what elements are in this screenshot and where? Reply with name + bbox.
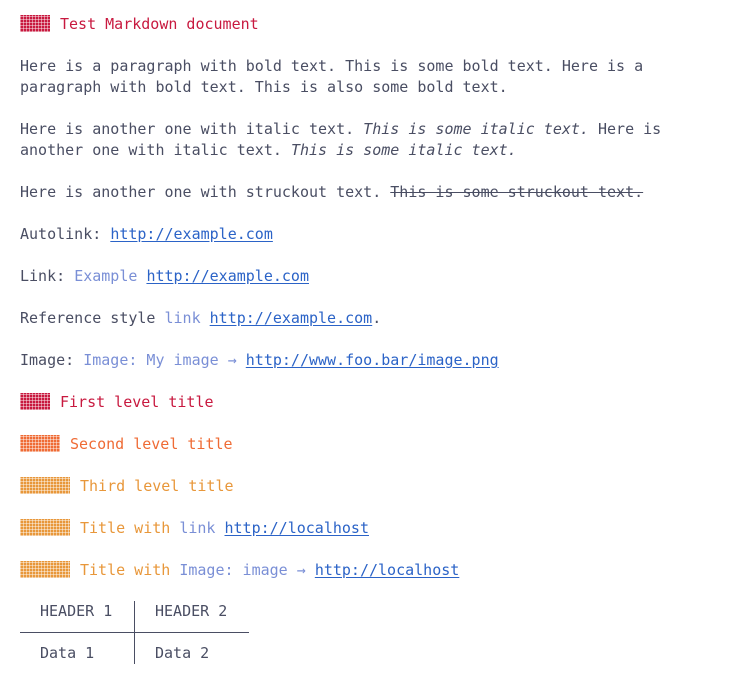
heading-with-image-text: Title with [80,561,180,579]
heading-image-alt-text[interactable]: Image: image [179,561,287,579]
table-cell: Data 2 [134,632,249,664]
heading-level-3-text: Third level title [80,477,234,495]
h3-marker-icon [20,477,70,494]
reference-link-text[interactable]: link [165,309,201,327]
heading-level-1-text: First level title [60,393,214,411]
image-url[interactable]: http://www.foo.bar/image.png [246,351,499,369]
strikeout-paragraph: Here is another one with struckout text.… [20,182,729,203]
heading-level-1: First level title [20,392,729,413]
table-cell: Data 1 [40,644,95,662]
heading-with-link: Title with link http://localhost [20,518,729,539]
document-title: Test Markdown document [20,14,729,35]
heading-with-image: Title with Image: image → http://localho… [20,560,729,581]
link-label: Link: [20,267,75,285]
h3-marker-icon [20,519,70,536]
heading-with-link-text: Title with [80,519,180,537]
image-alt-text[interactable]: Image: My image [83,351,218,369]
strikeout-paragraph-text: Here is another one with struckout text. [20,183,391,201]
h3-marker-icon [20,561,70,578]
heading-level-3: Third level title [20,476,729,497]
document-title-text: Test Markdown document [60,15,259,33]
link-text[interactable]: Example [74,267,137,285]
italic-text-2: This is some italic text. [290,141,517,159]
heading-level-2: Second level title [20,434,729,455]
autolink-label: Autolink: [20,225,111,243]
h1-marker-icon [20,393,50,410]
reference-link-line: Reference style link http://example.com. [20,308,729,329]
bold-paragraph: Here is a paragraph with bold text. This… [20,56,729,98]
italic-paragraph: Here is another one with italic text. Th… [20,119,729,161]
struckout-text: This is some struckout text. [390,183,644,201]
heading-link-url[interactable]: http://localhost [225,519,370,537]
link-url[interactable]: http://example.com [146,267,309,285]
image-label: Image: [20,351,84,369]
heading-image-url[interactable]: http://localhost [315,561,460,579]
italic-paragraph-text-1: Here is another one with italic text. [20,120,364,138]
bold-paragraph-text: Here is a paragraph with bold text. This… [20,57,653,96]
autolink-line: Autolink: http://example.com [20,224,729,245]
table-header-cell: HEADER 1 [40,602,113,620]
heading-link-text[interactable]: link [179,519,215,537]
italic-text-1: This is some italic text. [363,120,589,138]
table-row: Data 1 Data 2 [20,632,249,664]
h1-marker-icon [20,15,50,32]
reference-link-url[interactable]: http://example.com [210,309,373,327]
reference-link-label: Reference style [20,309,165,327]
arrow-right-icon: → [296,561,306,579]
markdown-table: HEADER 1 HEADER 2 Data 1 Data 2 [20,601,249,664]
image-line: Image: Image: My image → http://www.foo.… [20,350,729,371]
arrow-right-icon: → [227,351,237,369]
link-line: Link: Example http://example.com [20,266,729,287]
heading-level-2-text: Second level title [70,435,233,453]
table-header-row: HEADER 1 HEADER 2 [20,601,249,633]
autolink-url[interactable]: http://example.com [110,225,273,243]
h2-marker-icon [20,435,60,452]
markdown-document: Test Markdown document Here is a paragra… [0,0,729,664]
reference-link-suffix: . [372,309,382,327]
table-header-cell: HEADER 2 [134,601,249,633]
